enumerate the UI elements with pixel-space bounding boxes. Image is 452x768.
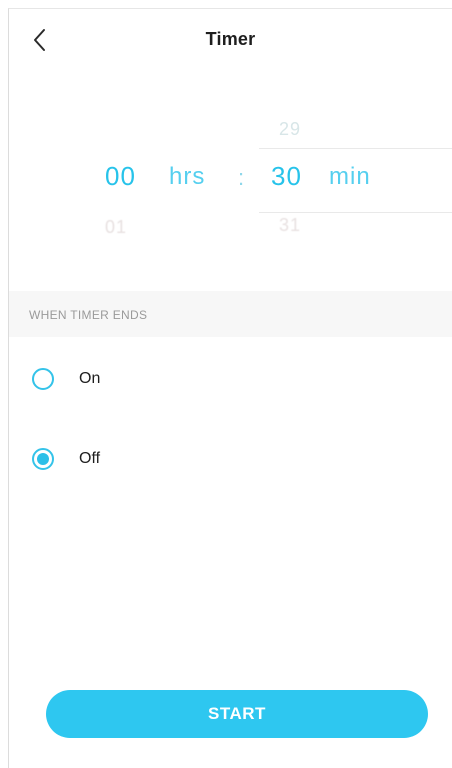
minutes-selected-value[interactable]: 30 xyxy=(271,161,302,192)
minutes-above-value: 29 xyxy=(279,119,302,139)
option-on-label: On xyxy=(79,370,101,387)
timer-screen: Timer 29 00 hrs : 30 min 01 31 WHEN TIME… xyxy=(8,8,452,768)
minutes-unit-label: min xyxy=(329,163,371,190)
radio-unchecked-icon[interactable] xyxy=(32,368,54,390)
section-header: WHEN TIMER ENDS xyxy=(9,291,452,337)
time-picker[interactable]: 29 00 hrs : 30 min 01 31 xyxy=(9,105,452,255)
minutes-below-value: 31 xyxy=(279,215,302,235)
radio-checked-icon[interactable] xyxy=(32,448,54,470)
header: Timer xyxy=(9,9,452,71)
picker-divider-bottom xyxy=(259,212,452,213)
hours-selected-value[interactable]: 00 xyxy=(105,161,136,192)
section-label: WHEN TIMER ENDS xyxy=(29,308,148,322)
option-off-label: Off xyxy=(79,450,101,467)
time-separator: : xyxy=(238,165,246,190)
hours-unit-label: hrs xyxy=(169,163,206,190)
option-off[interactable]: Off xyxy=(9,430,452,486)
option-on[interactable]: On xyxy=(9,350,452,406)
picker-divider-top xyxy=(259,148,452,149)
hours-below-value: 01 xyxy=(105,217,128,237)
page-title: Timer xyxy=(205,29,256,49)
start-button[interactable]: START xyxy=(46,690,428,738)
